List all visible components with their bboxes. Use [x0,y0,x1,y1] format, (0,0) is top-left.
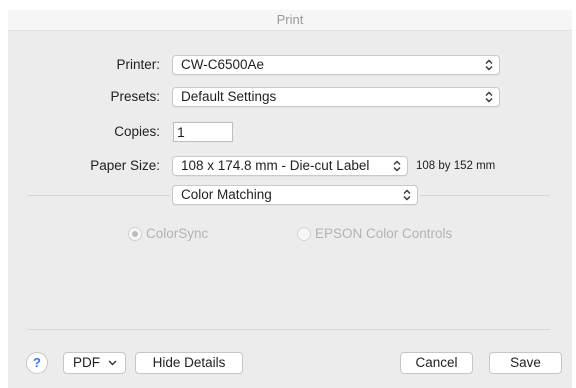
up-down-chevron-icon [485,59,493,71]
pdf-label: PDF [73,355,100,370]
panel-popup[interactable]: Color Matching [172,185,418,205]
colorsync-radio[interactable]: ColorSync [128,225,208,243]
print-dialog: Print Printer: CW-C6500Ae Presets: Defau… [8,10,572,388]
epson-color-controls-label: EPSON Color Controls [315,226,453,241]
dialog-title: Print [8,10,572,31]
printer-popup[interactable]: CW-C6500Ae [172,55,500,75]
hide-details-button[interactable]: Hide Details [135,352,243,374]
separator-right [420,195,550,196]
paper-size-value: 108 x 174.8 mm - Die-cut Label [181,158,370,173]
paper-dimensions: 108 by 152 mm [416,160,496,172]
epson-color-controls-radio[interactable]: EPSON Color Controls [297,225,452,243]
copies-label: Copies: [114,124,160,139]
pdf-menu-button[interactable]: PDF [63,352,126,374]
paper-size-label: Paper Size: [90,158,160,173]
radio-unselected-icon [297,227,311,241]
presets-popup[interactable]: Default Settings [172,87,500,107]
help-button[interactable]: ? [26,352,48,374]
colorsync-label: ColorSync [146,226,209,241]
printer-value: CW-C6500Ae [181,57,265,72]
up-down-chevron-icon [403,189,411,201]
cancel-button[interactable]: Cancel [400,352,473,374]
save-button[interactable]: Save [489,352,562,374]
presets-value: Default Settings [181,89,277,104]
printer-label: Printer: [116,57,160,72]
separator-left [28,195,170,196]
chevron-down-icon [108,360,117,366]
copies-field[interactable]: 1 [173,122,233,142]
panel-value: Color Matching [181,187,272,202]
radio-selected-icon [128,227,142,241]
footer-separator [28,329,550,330]
paper-size-popup[interactable]: 108 x 174.8 mm - Die-cut Label [172,156,408,176]
up-down-chevron-icon [393,160,401,172]
up-down-chevron-icon [485,91,493,103]
presets-label: Presets: [110,89,160,104]
